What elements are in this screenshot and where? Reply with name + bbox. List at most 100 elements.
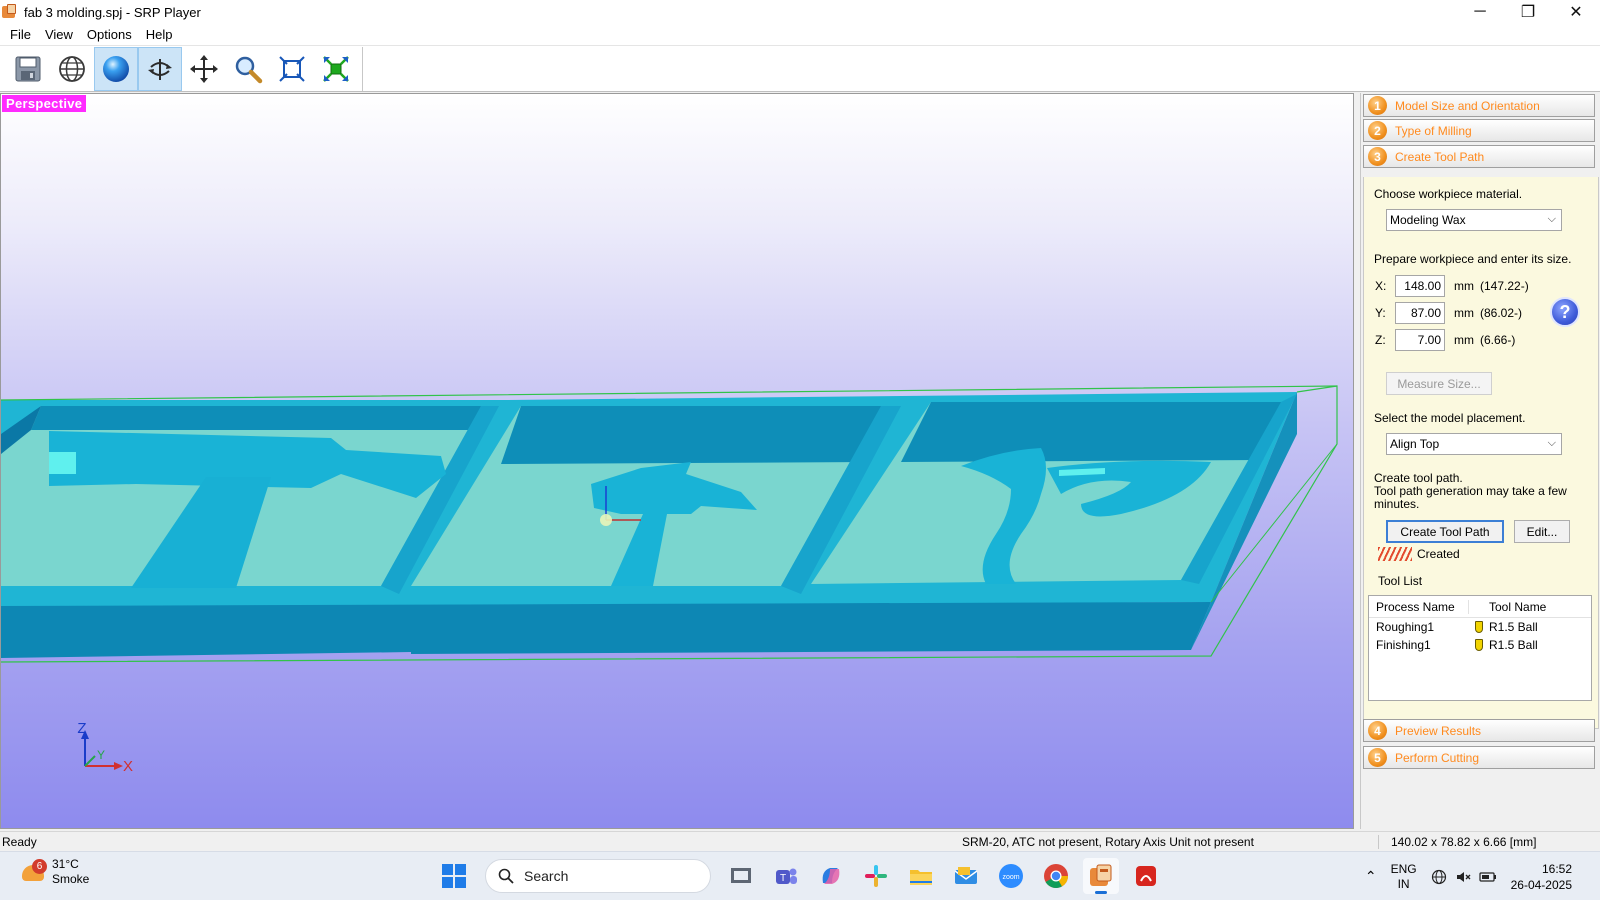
size-y-input[interactable] [1395, 302, 1445, 324]
size-x-input[interactable] [1395, 275, 1445, 297]
system-tray: ⌃ ENG IN 16:52 26-04-2025 [1365, 852, 1600, 900]
battery-icon [1479, 871, 1496, 882]
fit-view-icon [279, 56, 305, 82]
language-indicator[interactable]: ENG IN [1391, 862, 1417, 892]
rotate-view-button[interactable] [138, 47, 182, 91]
size-x-actual: (147.22-) [1480, 279, 1529, 293]
workflow-panel: 1 Model Size and Orientation 2 Type of M… [1360, 93, 1600, 829]
menu-help[interactable]: Help [139, 27, 180, 42]
menu-file[interactable]: File [3, 27, 38, 42]
tool-list-header-tool[interactable]: Tool Name [1469, 600, 1546, 614]
size-z-input[interactable] [1395, 329, 1445, 351]
help-button[interactable]: ? [1550, 297, 1580, 327]
task-view-button[interactable] [723, 858, 759, 894]
placement-value: Align Top [1390, 437, 1440, 451]
hammer-head-highlight [49, 452, 76, 474]
tool-list-header: Process Name Tool Name [1369, 596, 1591, 618]
srp-player-button[interactable] [1083, 858, 1119, 894]
srp-player-app-icon [2, 4, 18, 20]
globe-icon [1431, 869, 1446, 884]
zoom-view-button[interactable] [226, 47, 270, 91]
close-button[interactable]: ✕ [1552, 0, 1600, 24]
acrobat-icon [1136, 866, 1156, 886]
table-row[interactable]: Roughing1 R1.5 Ball [1369, 618, 1591, 636]
teams-icon: T [776, 868, 797, 884]
speaker-muted-icon [1456, 871, 1471, 882]
wireframe-view-button[interactable] [50, 47, 94, 91]
weather-text: 31°C Smoke [52, 857, 89, 887]
model-scene: Z Y X [1, 385, 1338, 775]
tool-list-header-process[interactable]: Process Name [1369, 599, 1469, 614]
size-y-row: Y: mm (86.02-) [1375, 302, 1522, 324]
step-preview-results[interactable]: 4 Preview Results [1363, 719, 1595, 742]
placement-select[interactable]: Align Top ⌵ [1386, 433, 1562, 455]
material-select[interactable]: Modeling Wax ⌵ [1386, 209, 1562, 231]
mold-front-face [1, 602, 1211, 658]
table-row[interactable]: Finishing1 R1.5 Ball [1369, 636, 1591, 654]
weather-condition: Smoke [52, 872, 90, 886]
copilot-icon [822, 868, 840, 884]
size-z-label: Z: [1375, 333, 1386, 347]
placement-prompt: Select the model placement. [1374, 411, 1526, 425]
weather-temperature: 31°C [52, 857, 79, 871]
mail-icon [954, 867, 978, 884]
chevron-up-icon[interactable]: ⌃ [1365, 869, 1377, 884]
menu-bar: File View Options Help [0, 24, 1600, 46]
restore-button[interactable]: ❐ [1504, 0, 1552, 24]
system-clock[interactable]: 16:52 26-04-2025 [1511, 861, 1572, 893]
minimize-button[interactable]: ─ [1456, 0, 1504, 24]
chrome-button[interactable] [1038, 858, 1074, 894]
tray-status-icons[interactable] [1431, 869, 1497, 885]
step-2-label: Type of Milling [1395, 123, 1472, 138]
zoom-icon: zoom [999, 864, 1023, 888]
step-type-of-milling[interactable]: 2 Type of Milling [1363, 119, 1595, 142]
language-primary: ENG [1390, 861, 1417, 876]
save-button[interactable] [6, 47, 50, 91]
menu-options[interactable]: Options [80, 27, 139, 42]
toolbar [0, 46, 1600, 92]
ball-end-mill-icon [1469, 639, 1489, 651]
step-2-badge: 2 [1368, 121, 1387, 140]
taskbar-search[interactable]: Search [485, 859, 711, 893]
material-value: Modeling Wax [1390, 213, 1466, 227]
toolpath-note: Tool path generation may take a few minu… [1374, 484, 1567, 511]
shaded-view-button[interactable] [94, 47, 138, 91]
ball-end-mill-icon [1469, 621, 1489, 633]
status-device: SRM-20, ATC not present, Rotary Axis Uni… [962, 835, 1254, 849]
fit-view-button[interactable] [270, 47, 314, 91]
step-create-tool-path[interactable]: 3 Create Tool Path [1363, 145, 1595, 168]
window-title: fab 3 molding.spj - SRP Player [24, 4, 201, 20]
pan-view-button[interactable] [182, 47, 226, 91]
edit-tool-path-button[interactable]: Edit... [1514, 520, 1570, 543]
triad-x-arrow [114, 762, 123, 770]
menu-view[interactable]: View [38, 27, 80, 42]
step-perform-cutting[interactable]: 5 Perform Cutting [1363, 746, 1595, 769]
file-explorer-button[interactable] [903, 858, 939, 894]
status-ready: Ready [2, 835, 37, 849]
fit-model-button[interactable] [314, 47, 358, 91]
mail-button[interactable] [948, 858, 984, 894]
weather-icon: 6 [20, 859, 47, 885]
zoom-app-button[interactable]: zoom [993, 858, 1029, 894]
pocket-2-backwall [501, 406, 881, 464]
svg-text:T: T [780, 873, 786, 884]
tool-list[interactable]: Process Name Tool Name Roughing1 R1.5 Ba… [1368, 595, 1592, 701]
weather-badge: 6 [32, 859, 47, 874]
create-tool-path-section: Choose workpiece material. Modeling Wax … [1363, 177, 1599, 729]
create-tool-path-button[interactable]: Create Tool Path [1386, 520, 1504, 543]
triad-z-label: Z [77, 720, 86, 737]
step-1-badge: 1 [1368, 96, 1387, 115]
measure-size-button[interactable]: Measure Size... [1386, 372, 1492, 395]
step-4-label: Preview Results [1395, 723, 1482, 738]
slack-button[interactable] [858, 858, 894, 894]
3d-viewport[interactable]: Z Y X Perspective [0, 93, 1354, 829]
acrobat-button[interactable] [1128, 858, 1164, 894]
shaded-sphere-icon [103, 56, 129, 82]
weather-widget[interactable]: 6 31°C Smoke [20, 857, 89, 887]
step-model-size[interactable]: 1 Model Size and Orientation [1363, 94, 1595, 117]
copilot-button[interactable] [813, 858, 849, 894]
start-button[interactable] [436, 858, 472, 894]
title-bar: fab 3 molding.spj - SRP Player ─ ❐ ✕ [0, 0, 1600, 24]
teams-button[interactable]: T [768, 858, 804, 894]
triad-y-label: Y [97, 748, 105, 762]
